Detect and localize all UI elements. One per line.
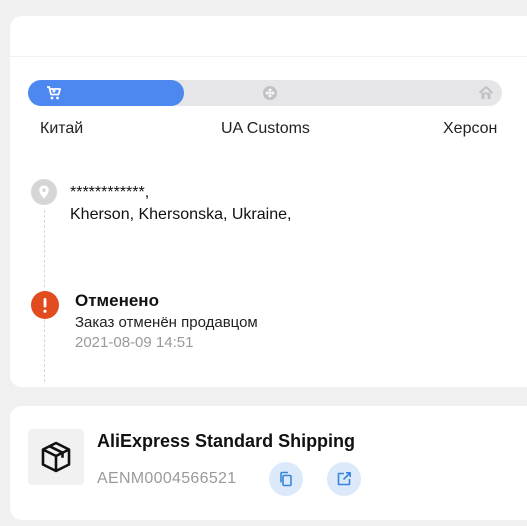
event-status-title: Отменено	[75, 291, 159, 310]
customs-icon	[262, 85, 278, 101]
stage-label-origin: Китай	[40, 120, 84, 137]
address-line-2: Kherson, Khersonska, Ukraine,	[70, 206, 292, 223]
shipping-method-title: AliExpress Standard Shipping	[97, 431, 356, 451]
package-box-icon	[28, 429, 84, 485]
shipping-card	[10, 406, 527, 520]
location-pin-icon	[31, 179, 57, 205]
event-timestamp: 2021-08-09 14:51	[75, 334, 194, 351]
address-line-1: ************,	[70, 184, 150, 201]
copy-tracking-button[interactable]	[269, 462, 303, 496]
house-icon	[478, 85, 494, 101]
stage-label-customs: UA Customs	[221, 120, 310, 137]
tracking-number: AENM0004566521	[97, 470, 237, 487]
external-link-icon	[337, 472, 351, 486]
open-tracking-link-button[interactable]	[327, 462, 361, 496]
shipping-progress-bar	[28, 80, 502, 106]
copy-icon	[280, 471, 292, 487]
stage-label-destination: Херсон	[443, 120, 498, 137]
divider	[10, 56, 527, 57]
event-description: Заказ отменён продавцом	[75, 314, 258, 331]
shopping-cart-icon	[46, 85, 62, 101]
alert-icon	[31, 291, 59, 319]
